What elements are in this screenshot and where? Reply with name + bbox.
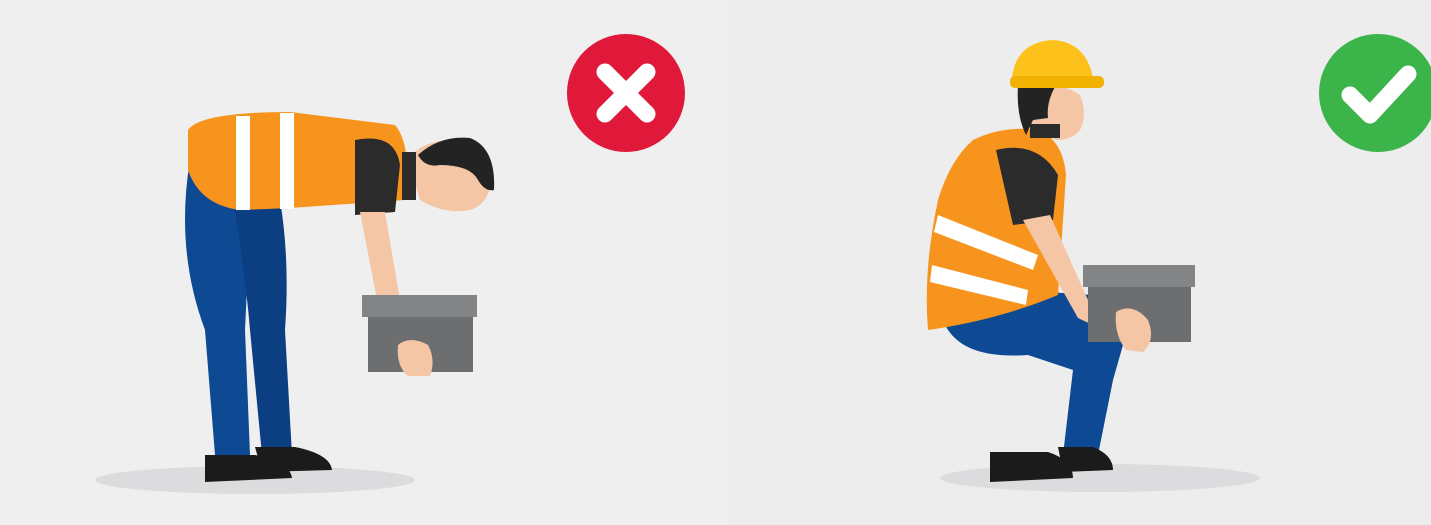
box-lid bbox=[1083, 265, 1195, 287]
correct-lifting-panel bbox=[728, 0, 1431, 525]
worker-collar bbox=[402, 152, 416, 200]
wrong-lifting-scene bbox=[0, 0, 728, 525]
vest-stripe-2 bbox=[280, 113, 294, 209]
vest-stripe-1 bbox=[236, 116, 250, 210]
box-lid bbox=[362, 295, 477, 317]
wrong-lifting-panel bbox=[0, 0, 728, 525]
wrong-badge bbox=[567, 34, 685, 152]
worker-collar bbox=[1030, 124, 1060, 138]
lifting-illustration bbox=[0, 0, 1431, 525]
correct-lifting-scene bbox=[728, 0, 1431, 525]
worker-sleeve bbox=[355, 138, 400, 215]
